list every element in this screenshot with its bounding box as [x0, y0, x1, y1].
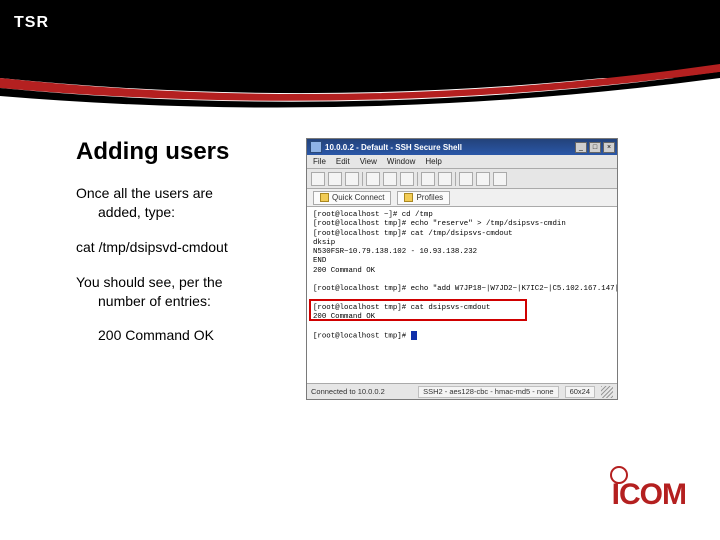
- minimize-button[interactable]: _: [575, 142, 587, 153]
- toolbar-separator: [362, 172, 363, 186]
- body-text: Once all the users are: [76, 185, 213, 201]
- toolbar-button[interactable]: [421, 172, 435, 186]
- toolbar-separator: [455, 172, 456, 186]
- body-text: added, type:: [76, 204, 175, 220]
- status-bar: Connected to 10.0.0.2 SSH2 - aes128-cbc …: [307, 383, 617, 399]
- slide-heading: Adding users: [76, 138, 229, 166]
- quick-connect-bar: Quick Connect Profiles: [307, 189, 617, 207]
- toolbar-button[interactable]: [345, 172, 359, 186]
- logo-ring-icon: [610, 466, 628, 484]
- quick-connect-button[interactable]: Quick Connect: [313, 191, 391, 205]
- menu-help[interactable]: Help: [425, 157, 441, 166]
- close-button[interactable]: ×: [603, 142, 615, 153]
- toolbar-button[interactable]: [366, 172, 380, 186]
- brand-label: TSR: [14, 14, 49, 32]
- profiles-label: Profiles: [416, 193, 443, 202]
- body-text: number of entries:: [76, 293, 211, 309]
- footer-logo: ICOM: [612, 480, 686, 510]
- toolbar-button[interactable]: [493, 172, 507, 186]
- toolbar: [307, 169, 617, 189]
- toolbar-button[interactable]: [311, 172, 325, 186]
- slide-header-bar: TSR: [0, 0, 720, 78]
- status-size: 60x24: [565, 386, 595, 398]
- toolbar-separator: [417, 172, 418, 186]
- toolbar-button[interactable]: [459, 172, 473, 186]
- window-title: 10.0.0.2 - Default - SSH Secure Shell: [325, 143, 575, 152]
- toolbar-button[interactable]: [438, 172, 452, 186]
- menu-view[interactable]: View: [360, 157, 377, 166]
- folder-icon: [404, 193, 413, 202]
- toolbar-button[interactable]: [476, 172, 490, 186]
- body-result: 200 Command OK: [76, 326, 296, 345]
- window-titlebar[interactable]: 10.0.0.2 - Default - SSH Secure Shell _ …: [307, 139, 617, 155]
- ssh-window: 10.0.0.2 - Default - SSH Secure Shell _ …: [306, 138, 618, 400]
- toolbar-button[interactable]: [328, 172, 342, 186]
- body-command: cat /tmp/dsipsvd-cmdout: [76, 238, 296, 257]
- status-connected: Connected to 10.0.0.2: [311, 387, 385, 396]
- body-text: You should see, per the: [76, 274, 223, 290]
- slide: TSR Adding users Once all the users are …: [0, 0, 720, 540]
- app-icon: [310, 141, 322, 153]
- toolbar-button[interactable]: [383, 172, 397, 186]
- menu-edit[interactable]: Edit: [336, 157, 350, 166]
- slide-body: Once all the users are added, type: cat …: [76, 184, 296, 361]
- logo-text: ICOM: [612, 480, 686, 510]
- menu-bar: File Edit View Window Help: [307, 155, 617, 169]
- profiles-button[interactable]: Profiles: [397, 191, 450, 205]
- menu-file[interactable]: File: [313, 157, 326, 166]
- maximize-button[interactable]: □: [589, 142, 601, 153]
- status-cipher: SSH2 - aes128-cbc - hmac-md5 - none: [418, 386, 558, 398]
- menu-window[interactable]: Window: [387, 157, 415, 166]
- toolbar-button[interactable]: [400, 172, 414, 186]
- resize-grip-icon[interactable]: [601, 386, 613, 398]
- quick-connect-label: Quick Connect: [332, 193, 384, 202]
- terminal-pane[interactable]: [root@localhost ~]# cd /tmp [root@localh…: [307, 207, 617, 383]
- bolt-icon: [320, 193, 329, 202]
